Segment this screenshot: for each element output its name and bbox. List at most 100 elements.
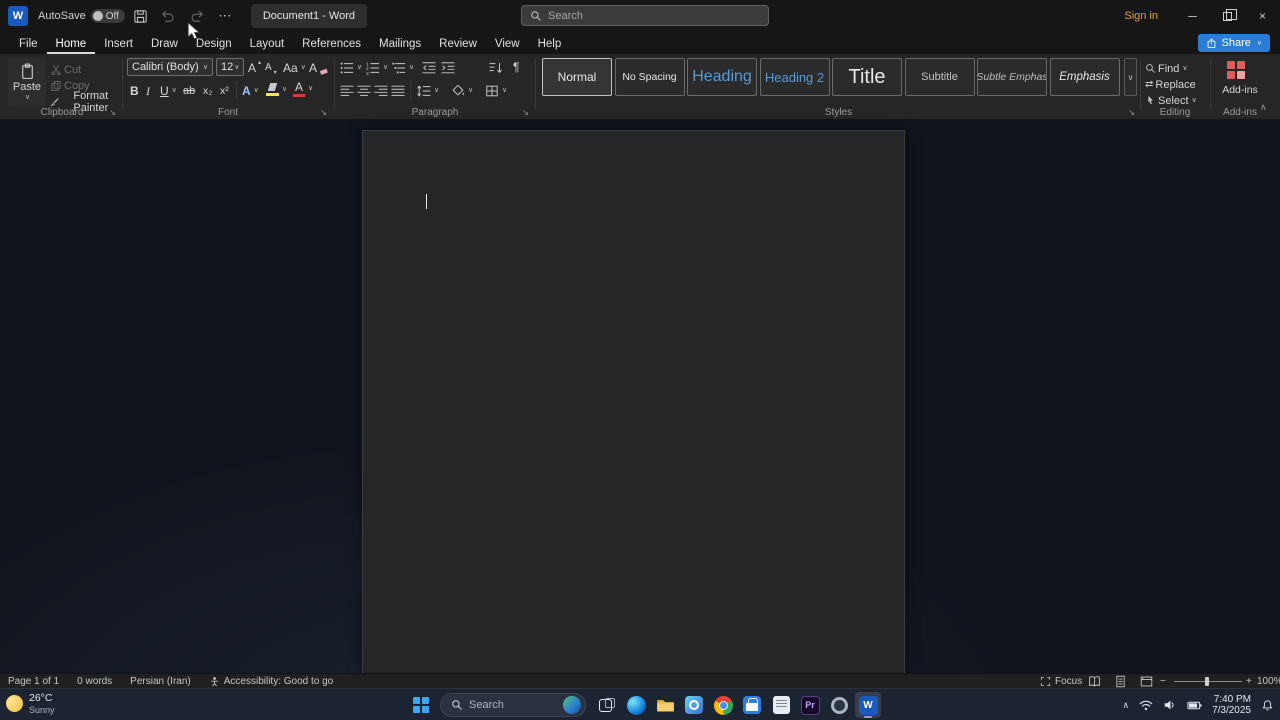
word-count[interactable]: 0 words (77, 676, 112, 687)
titlebar-search-input[interactable] (548, 9, 760, 22)
more-commands-button[interactable]: ⋯ (213, 4, 237, 28)
cut-button[interactable]: Cut (50, 61, 81, 78)
premiere-button[interactable]: Pr (797, 692, 823, 718)
focus-mode-button[interactable]: Focus (1040, 674, 1082, 689)
notepad-button[interactable] (768, 692, 794, 718)
tab-insert[interactable]: Insert (95, 35, 142, 54)
zoom-in-button[interactable]: + (1246, 674, 1252, 689)
battery-icon[interactable] (1187, 698, 1202, 713)
settings-button[interactable] (826, 692, 852, 718)
taskbar-clock[interactable]: 7:40 PM 7/3/2025 (1212, 694, 1251, 717)
styles-gallery-more-button[interactable]: ∨ (1124, 58, 1137, 96)
start-button[interactable] (408, 692, 434, 718)
volume-icon[interactable] (1163, 698, 1177, 712)
tab-mailings[interactable]: Mailings (370, 35, 430, 54)
undo-button[interactable] (157, 4, 181, 28)
style-subtitle[interactable]: Subtitle (904, 58, 975, 96)
page-indicator[interactable]: Page 1 of 1 (8, 676, 59, 687)
sign-in-button[interactable]: Sign in (1114, 0, 1168, 32)
document-title-tab[interactable]: Document1 - Word (250, 4, 367, 28)
line-spacing-button[interactable]: ∨ (417, 82, 439, 99)
underline-button[interactable]: U ∨ (160, 82, 177, 99)
align-right-button[interactable] (374, 82, 388, 99)
find-button[interactable]: Find ∨ (1145, 60, 1188, 77)
strikethrough-button[interactable]: ab (183, 82, 195, 99)
subscript-button[interactable]: x₂ (203, 82, 212, 99)
tab-draw[interactable]: Draw (142, 35, 187, 54)
style-subtle-emphasis[interactable]: Subtle Emphas (977, 58, 1047, 96)
store-button[interactable] (739, 692, 765, 718)
save-button[interactable] (129, 4, 153, 28)
titlebar-search-box[interactable] (521, 5, 769, 26)
shading-button[interactable]: ∨ (451, 82, 473, 99)
show-paragraph-marks-button[interactable]: ¶ (513, 58, 519, 75)
paste-button[interactable]: Paste ∨ (8, 58, 46, 106)
edge-taskbar-button[interactable] (623, 692, 649, 718)
close-button[interactable]: × (1245, 0, 1280, 32)
borders-button[interactable]: ∨ (485, 82, 507, 99)
zoom-out-button[interactable]: − (1160, 674, 1166, 689)
tab-help[interactable]: Help (529, 35, 571, 54)
bullet-list-button[interactable]: ∨ (340, 59, 362, 76)
autosave-toggle[interactable]: AutoSave Off (38, 9, 125, 23)
styles-dialog-launcher[interactable]: ↘ (1128, 109, 1135, 117)
justify-button[interactable] (391, 82, 405, 99)
bold-button[interactable]: B (130, 82, 139, 99)
taskbar-weather-widget[interactable]: 26°C Sunny (6, 692, 55, 715)
paragraph-dialog-launcher[interactable]: ↘ (522, 109, 529, 117)
taskbar-search-input[interactable] (469, 699, 557, 711)
increase-indent-button[interactable] (441, 59, 455, 76)
photos-button[interactable] (681, 692, 707, 718)
restore-button[interactable] (1210, 0, 1245, 32)
word-taskbar-button[interactable]: W (855, 692, 881, 718)
font-color-button[interactable]: A ∨ (293, 80, 313, 97)
web-layout-button[interactable] (1140, 674, 1153, 689)
style-emphasis[interactable]: Emphasis (1049, 58, 1120, 96)
multilevel-list-button[interactable]: ∨ (392, 59, 414, 76)
italic-button[interactable]: I (146, 82, 150, 99)
read-mode-button[interactable] (1088, 674, 1101, 689)
superscript-button[interactable]: x² (220, 82, 229, 99)
align-left-button[interactable] (340, 82, 354, 99)
word-app-icon[interactable]: W (8, 6, 28, 26)
font-name-combo[interactable]: Calibri (Body) ∨ (127, 58, 213, 76)
notification-bell-icon[interactable] (1261, 699, 1274, 712)
minimize-button[interactable]: ─ (1175, 0, 1210, 32)
language-indicator[interactable]: Persian (Iran) (130, 676, 191, 687)
tab-review[interactable]: Review (430, 35, 486, 54)
accessibility-checker[interactable]: Accessibility: Good to go (209, 676, 333, 687)
collapse-ribbon-button[interactable]: ∧ (1260, 102, 1267, 113)
align-center-button[interactable] (357, 82, 371, 99)
file-explorer-button[interactable] (652, 692, 678, 718)
zoom-level[interactable]: 100% (1257, 674, 1280, 689)
decrease-indent-button[interactable] (422, 59, 436, 76)
tab-layout[interactable]: Layout (241, 35, 294, 54)
clear-formatting-button[interactable]: A (309, 59, 328, 76)
font-size-combo[interactable]: 12 ∨ (216, 58, 244, 76)
highlight-color-button[interactable]: ∨ (266, 81, 287, 98)
task-view-button[interactable] (594, 692, 620, 718)
tab-file[interactable]: File (10, 35, 47, 54)
hidden-icons-chevron[interactable]: ∧ (1122, 700, 1129, 711)
style-normal[interactable]: Normal (542, 58, 612, 96)
chrome-button[interactable] (710, 692, 736, 718)
style-no-spacing[interactable]: No Spacing (614, 58, 685, 96)
tab-view[interactable]: View (486, 35, 529, 54)
change-case-button[interactable]: Aa ∨ (283, 59, 306, 76)
shrink-font-button[interactable]: A ▾ (265, 59, 277, 76)
replace-button[interactable]: ⇄ Replace (1145, 76, 1196, 93)
grow-font-button[interactable]: A ▴ (248, 59, 261, 76)
style-title[interactable]: Title (832, 58, 902, 96)
clipboard-dialog-launcher[interactable]: ↘ (109, 109, 116, 117)
tab-references[interactable]: References (293, 35, 370, 54)
text-effects-button[interactable]: A ∨ (242, 82, 259, 99)
wifi-icon[interactable] (1139, 698, 1153, 712)
print-layout-button[interactable] (1114, 674, 1127, 689)
autosave-switch[interactable]: Off (90, 9, 125, 23)
font-dialog-launcher[interactable]: ↘ (320, 109, 327, 117)
addins-button[interactable] (1227, 60, 1245, 80)
numbered-list-button[interactable]: ∨ (366, 59, 388, 76)
search-highlight-image[interactable] (563, 696, 581, 714)
sort-button[interactable] (489, 59, 503, 76)
document-page[interactable] (362, 130, 905, 673)
